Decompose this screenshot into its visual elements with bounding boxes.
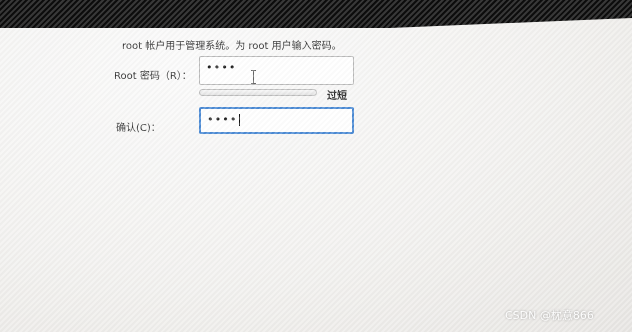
watermark: CSDN @枕意866 [505,309,594,322]
text-caret [238,114,240,126]
password-strength-label: 过短 [327,91,347,102]
text-cursor-icon [251,70,257,84]
confirm-password-field[interactable]: •••• [199,107,354,134]
installer-page: root 帐户用于管理系统。为 root 用户输入密码。 Root 密码（R）：… [0,0,632,332]
password-strength-bar [199,89,317,96]
root-password-field[interactable]: •••• [199,56,354,85]
description-text: root 帐户用于管理系统。为 root 用户输入密码。 [122,41,342,52]
confirm-password-label: 确认(C)： [116,123,161,134]
top-bar [0,0,632,28]
confirm-password-value: •••• [207,113,238,126]
root-password-label: Root 密码（R）： [114,71,192,82]
root-password-value: •••• [206,61,237,74]
